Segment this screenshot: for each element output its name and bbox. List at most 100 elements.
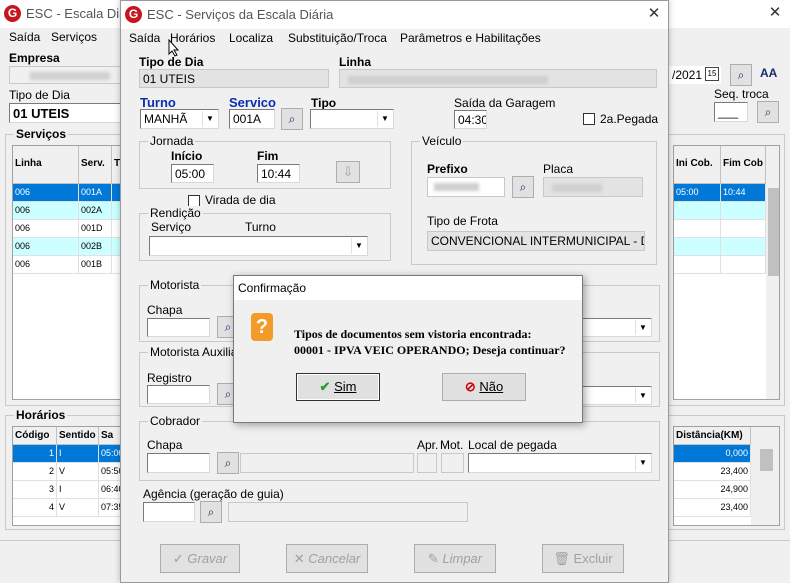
calendar-icon[interactable]: 15 <box>705 67 719 81</box>
turno-dropdown-icon[interactable]: ▼ <box>202 111 217 127</box>
col-sentido[interactable]: Sentido <box>57 427 99 445</box>
cobrador-search-icon[interactable]: ⌕ <box>217 452 239 474</box>
dlg-menu-saida[interactable]: Saída <box>129 31 160 45</box>
horarios-cell[interactable]: V <box>57 463 99 481</box>
servicos-cell[interactable]: 002A <box>79 202 112 220</box>
servicos-cell[interactable]: 006 <box>13 238 79 256</box>
servicos-cell[interactable]: 006 <box>13 184 79 202</box>
horarios-cell[interactable]: 23,400 <box>674 463 751 481</box>
col-serv[interactable]: Serv. <box>79 146 112 184</box>
tipo-dropdown-icon[interactable]: ▼ <box>377 111 392 127</box>
jornada-down-arrow-icon[interactable]: ⇩ <box>336 161 360 183</box>
main-menu-saida[interactable]: Saída <box>9 30 40 44</box>
local-pegada-label: Local de pegada <box>468 438 557 452</box>
apr-field <box>417 453 437 473</box>
servicos-label: Serviços <box>14 127 69 141</box>
prefixo-search-icon[interactable]: ⌕ <box>512 176 534 198</box>
servicos-cell[interactable] <box>721 238 766 256</box>
motorista-chapa-field[interactable] <box>147 318 210 337</box>
registro-field[interactable] <box>147 385 210 404</box>
col-fim-cob[interactable]: Fim Cob <box>721 146 766 184</box>
empresa-label: Empresa <box>9 51 60 65</box>
seq-troca-field[interactable]: ___ <box>714 102 748 122</box>
local-pegada-select[interactable]: ▼ <box>468 453 652 473</box>
motorista-aux-select[interactable]: ▼ <box>581 386 652 405</box>
col-codigo[interactable]: Código <box>13 427 57 445</box>
servicos-cell[interactable]: 001A <box>79 184 112 202</box>
local-pegada-dropdown-icon[interactable]: ▼ <box>635 455 650 471</box>
prefixo-field[interactable] <box>427 177 505 197</box>
dlg-menu-localiza[interactable]: Localiza <box>229 31 273 45</box>
horarios-cell[interactable]: 3 <box>13 481 57 499</box>
pegada-checkbox[interactable] <box>583 113 595 125</box>
servico-search-icon[interactable]: ⌕ <box>281 108 303 130</box>
servicos-scrollbar[interactable] <box>766 146 779 399</box>
servico-field[interactable]: 001A <box>229 109 275 129</box>
servicos-cell[interactable]: 10:44 <box>721 184 766 202</box>
font-size-icon[interactable]: AA <box>760 66 777 80</box>
horarios-cell[interactable]: 0,000 <box>674 445 751 463</box>
seq-troca-search-icon[interactable]: ⌕ <box>757 101 779 123</box>
servicos-cell[interactable] <box>674 238 721 256</box>
rendicao-select[interactable]: ▼ <box>149 236 368 256</box>
horarios-cell[interactable]: 23,400 <box>674 499 751 517</box>
tipo-select[interactable]: ▼ <box>310 109 394 129</box>
horarios-cell[interactable]: 4 <box>13 499 57 517</box>
inicio-field[interactable]: 05:00 <box>171 164 214 183</box>
servicos-cell[interactable]: 001D <box>79 220 112 238</box>
cobrador-name-field <box>240 453 414 473</box>
motorista-aux-dropdown-icon[interactable]: ▼ <box>635 388 650 403</box>
horarios-scrollbar[interactable] <box>751 427 779 525</box>
cobrador-chapa-field[interactable] <box>147 453 210 473</box>
bg-tipo-dia-field[interactable]: 01 UTEIS <box>9 103 124 123</box>
dialog-close-icon[interactable]: ✕ <box>643 4 665 24</box>
nao-button[interactable]: ⊘ Não <box>442 373 526 401</box>
gravar-button[interactable]: ✓ Gravar <box>160 544 240 573</box>
dlg-menu-parametros[interactable]: Parâmetros e Habilitações <box>400 31 541 45</box>
servicos-cell[interactable]: 006 <box>13 202 79 220</box>
servicos-cell[interactable] <box>674 220 721 238</box>
servicos-cell[interactable]: 001B <box>79 256 112 274</box>
motorista-select[interactable]: ▼ <box>581 318 652 337</box>
servicos-cell[interactable]: 006 <box>13 256 79 274</box>
agencia-field[interactable] <box>143 502 195 522</box>
col-ini-cob[interactable]: Ini Cob. <box>674 146 721 184</box>
horarios-cell[interactable]: I <box>57 481 99 499</box>
fim-label: Fim <box>257 149 279 163</box>
servicos-cell[interactable] <box>674 256 721 274</box>
servicos-cell[interactable]: 006 <box>13 220 79 238</box>
servicos-cell[interactable]: 05:00 <box>674 184 721 202</box>
col-distancia[interactable]: Distância(KM) <box>674 427 751 445</box>
sim-button[interactable]: ✔ Sim <box>296 373 380 401</box>
agencia-search-icon[interactable]: ⌕ <box>200 501 222 523</box>
horarios-cell[interactable]: 24,900 <box>674 481 751 499</box>
main-menu-servicos[interactable]: Serviços <box>51 30 97 44</box>
servicos-cell[interactable] <box>721 220 766 238</box>
cancelar-button[interactable]: ✕ Cancelar <box>286 544 368 573</box>
virada-label: Virada de dia <box>205 193 276 207</box>
limpar-button[interactable]: ✎ Limpar <box>414 544 496 573</box>
servicos-cell[interactable] <box>721 256 766 274</box>
dlg-menu-substituicao[interactable]: Substituição/Troca <box>288 31 387 45</box>
registro-label: Registro <box>147 371 192 385</box>
saida-garagem-field[interactable]: 04:30 <box>454 110 487 129</box>
servicos-cell[interactable] <box>721 202 766 220</box>
fim-field[interactable]: 10:44 <box>257 164 300 183</box>
servicos-cell[interactable]: 002B <box>79 238 112 256</box>
motorista-dropdown-icon[interactable]: ▼ <box>635 320 650 335</box>
turno-select[interactable]: MANHÃ ▼ <box>140 109 219 129</box>
bg-search-binoculars-icon[interactable]: ⌕ <box>730 64 752 86</box>
horarios-cell[interactable]: V <box>57 499 99 517</box>
main-close-icon[interactable]: ✕ <box>764 3 786 23</box>
excluir-button[interactable]: 🗑 Excluir <box>542 544 624 573</box>
horarios-cell[interactable]: 1 <box>13 445 57 463</box>
horarios-cell[interactable]: I <box>57 445 99 463</box>
servicos-cell[interactable] <box>674 202 721 220</box>
horarios-table-right: Distância(KM) 0,000 23,400 24,900 23,400 <box>673 426 780 526</box>
rendicao-dropdown-icon[interactable]: ▼ <box>351 238 366 254</box>
nao-label: Não <box>479 379 504 394</box>
horarios-cell[interactable]: 2 <box>13 463 57 481</box>
check-icon: ✓ <box>172 551 188 566</box>
col-linha[interactable]: Linha <box>13 146 79 184</box>
mot-field <box>441 453 464 473</box>
